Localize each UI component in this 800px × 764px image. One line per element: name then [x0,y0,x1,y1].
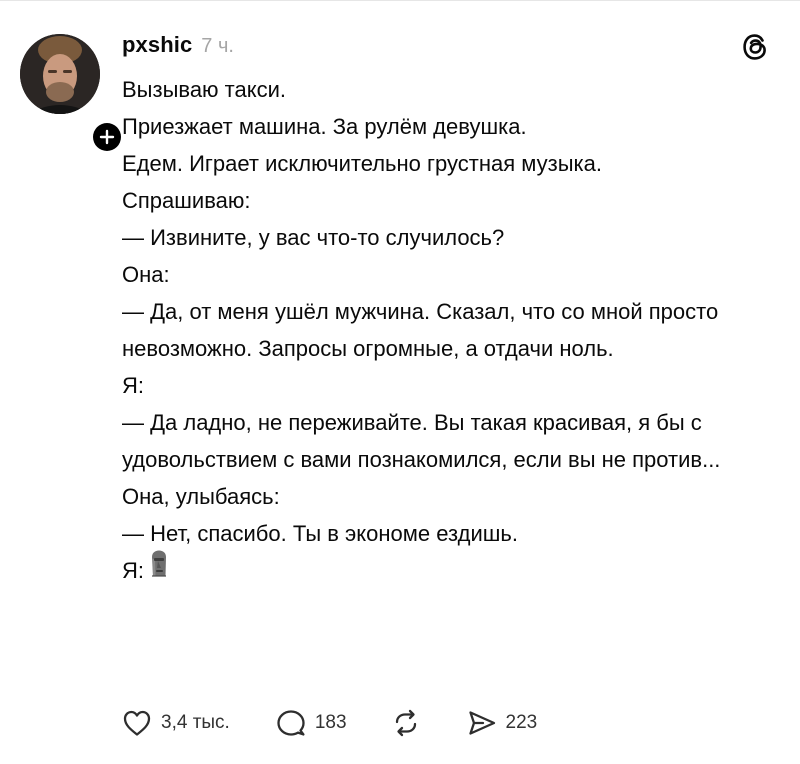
post-line: Она, улыбаясь: [122,484,280,509]
post-line: Я: [122,373,144,398]
like-button[interactable]: 3,4 тыс. [122,709,230,737]
reply-count: 183 [314,712,347,733]
repost-icon [391,708,421,738]
reply-button[interactable]: 183 [276,708,347,738]
post-timestamp: 7 ч. [201,35,234,57]
post-last-line: Я: [122,549,787,592]
post-header: pxshic 7 ч. [122,32,234,58]
post-line: — Да, от меня ушёл мужчина. Сказал, что … [122,299,719,361]
threads-post: pxshic 7 ч. Вызываю такси. Приезжает маш… [0,0,800,764]
share-button[interactable]: 223 [467,708,538,738]
share-count: 223 [505,712,538,733]
repost-button[interactable] [391,708,421,738]
send-icon [467,708,497,738]
post-actions: 3,4 тыс. 183 223 [122,708,537,738]
username-link[interactable]: pxshic [122,32,192,58]
post-line: — Нет, спасибо. Ты в экономе ездишь. [122,521,518,546]
post-line: — Извините, у вас что-то случилось? [122,225,505,250]
author-avatar-group[interactable] [20,34,124,154]
avatar[interactable] [20,34,100,114]
threads-logo-icon[interactable] [738,30,772,64]
post-line: Она: [122,262,170,287]
post-line: Приезжает машина. За рулём девушка. [122,114,527,139]
follow-button[interactable] [90,120,124,154]
heart-icon [122,709,152,737]
post-body: Вызываю такси. Приезжает машина. За рулё… [122,71,787,592]
post-line: Вызываю такси. [122,77,287,102]
plus-icon [93,123,121,151]
like-count: 3,4 тыс. [161,712,230,733]
comment-bubble-icon [276,708,306,738]
moai-icon [148,549,170,588]
post-line: Едем. Играет исключительно грустная музы… [122,151,602,176]
post-line: — Да ладно, не переживайте. Вы такая кра… [122,410,721,472]
post-line: Я: [122,558,144,583]
post-line: Спрашиваю: [122,188,251,213]
avatar-photo [20,34,100,114]
